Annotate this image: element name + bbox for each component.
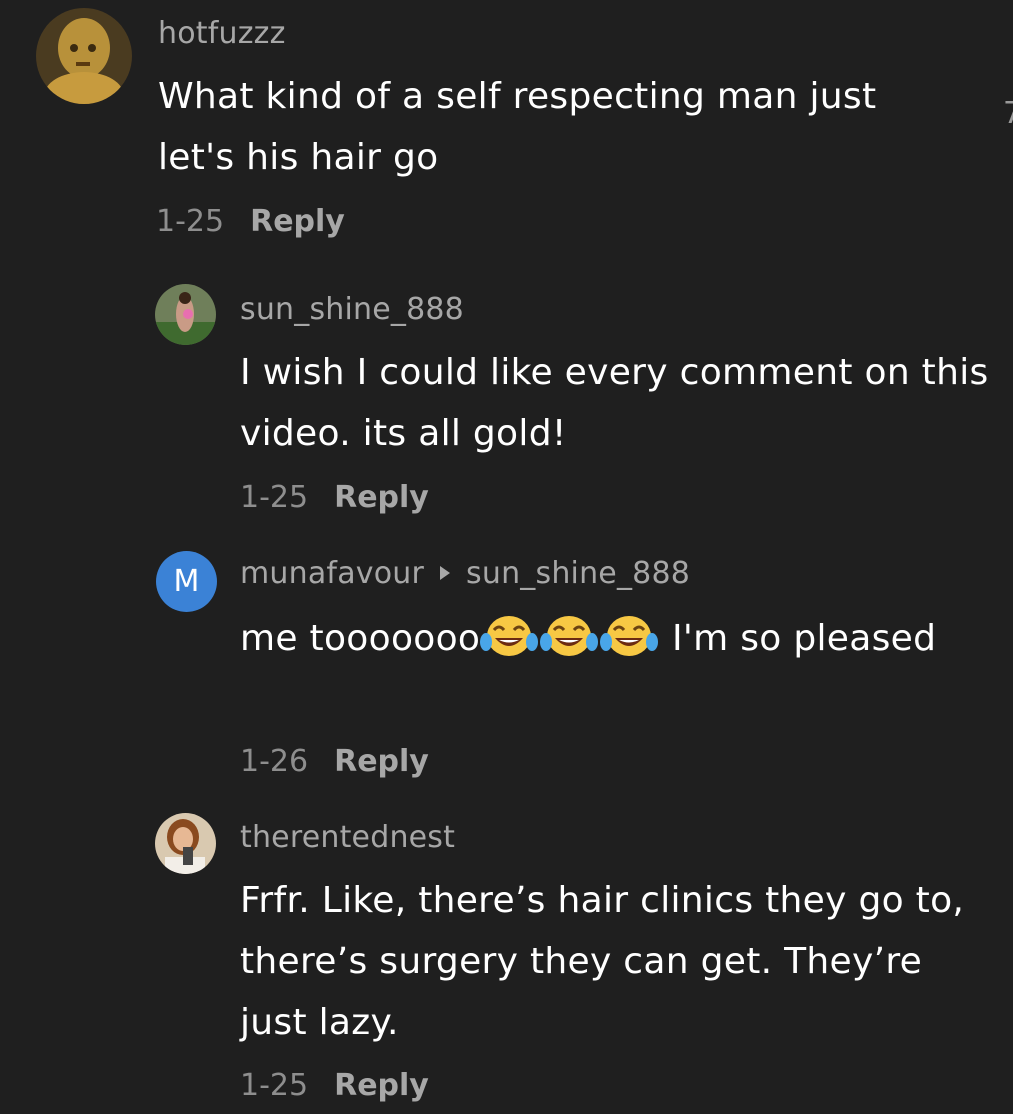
comment-username[interactable]: therentednest xyxy=(240,820,455,855)
reply-to-username[interactable]: sun_shine_888 xyxy=(466,556,690,591)
comment-date: 1-25 xyxy=(240,480,309,515)
face-with-tears-of-joy-icon xyxy=(540,612,599,677)
avatar[interactable] xyxy=(155,284,216,345)
avatar[interactable] xyxy=(155,813,216,874)
reply-button[interactable]: Reply xyxy=(334,480,429,515)
comment-username-line: munafavour sun_shine_888 xyxy=(240,556,690,591)
comment-date: 1-25 xyxy=(240,1068,309,1103)
edge-glyph: 7 xyxy=(1003,96,1013,131)
comment-date: 1-26 xyxy=(240,744,309,779)
face-with-tears-of-joy-icon xyxy=(600,612,659,677)
user-avatar-image xyxy=(155,813,216,874)
avatar[interactable] xyxy=(36,8,132,104)
comment-meta: 1-25 Reply xyxy=(156,204,345,239)
comment-date: 1-25 xyxy=(156,204,225,239)
comment-text: me tooooooo I'm so pleased xyxy=(240,608,1000,677)
avatar-letter: M xyxy=(173,564,200,599)
reply-button[interactable]: Reply xyxy=(334,1068,429,1103)
face-with-tears-of-joy-icon xyxy=(480,612,539,677)
comment-meta: 1-25 Reply xyxy=(240,1068,429,1103)
comment-text: What kind of a self respecting man just … xyxy=(158,76,877,178)
comment-text-part: me tooooooo xyxy=(240,618,481,659)
comment-meta: 1-25 Reply xyxy=(240,480,429,515)
reply-button[interactable]: Reply xyxy=(250,204,345,239)
comment-username[interactable]: hotfuzzz xyxy=(158,16,286,51)
comment-meta: 1-26 Reply xyxy=(240,744,429,779)
comment-text-part: I'm so pleased xyxy=(660,618,937,659)
comment-text: Frfr. Like, there’s hair clinics they go… xyxy=(240,880,965,1043)
reply-button[interactable]: Reply xyxy=(334,744,429,779)
reply-arrow-icon xyxy=(440,566,451,580)
comment-text: I wish I could like every comment on thi… xyxy=(240,352,989,454)
user-avatar-image xyxy=(155,284,216,345)
comment-username[interactable]: sun_shine_888 xyxy=(240,292,464,327)
comment-thread: hotfuzzz What kind of a self respecting … xyxy=(0,0,1013,1114)
user-avatar-image xyxy=(36,8,132,104)
avatar[interactable]: M xyxy=(156,551,217,612)
comment-username[interactable]: munafavour xyxy=(240,556,424,591)
